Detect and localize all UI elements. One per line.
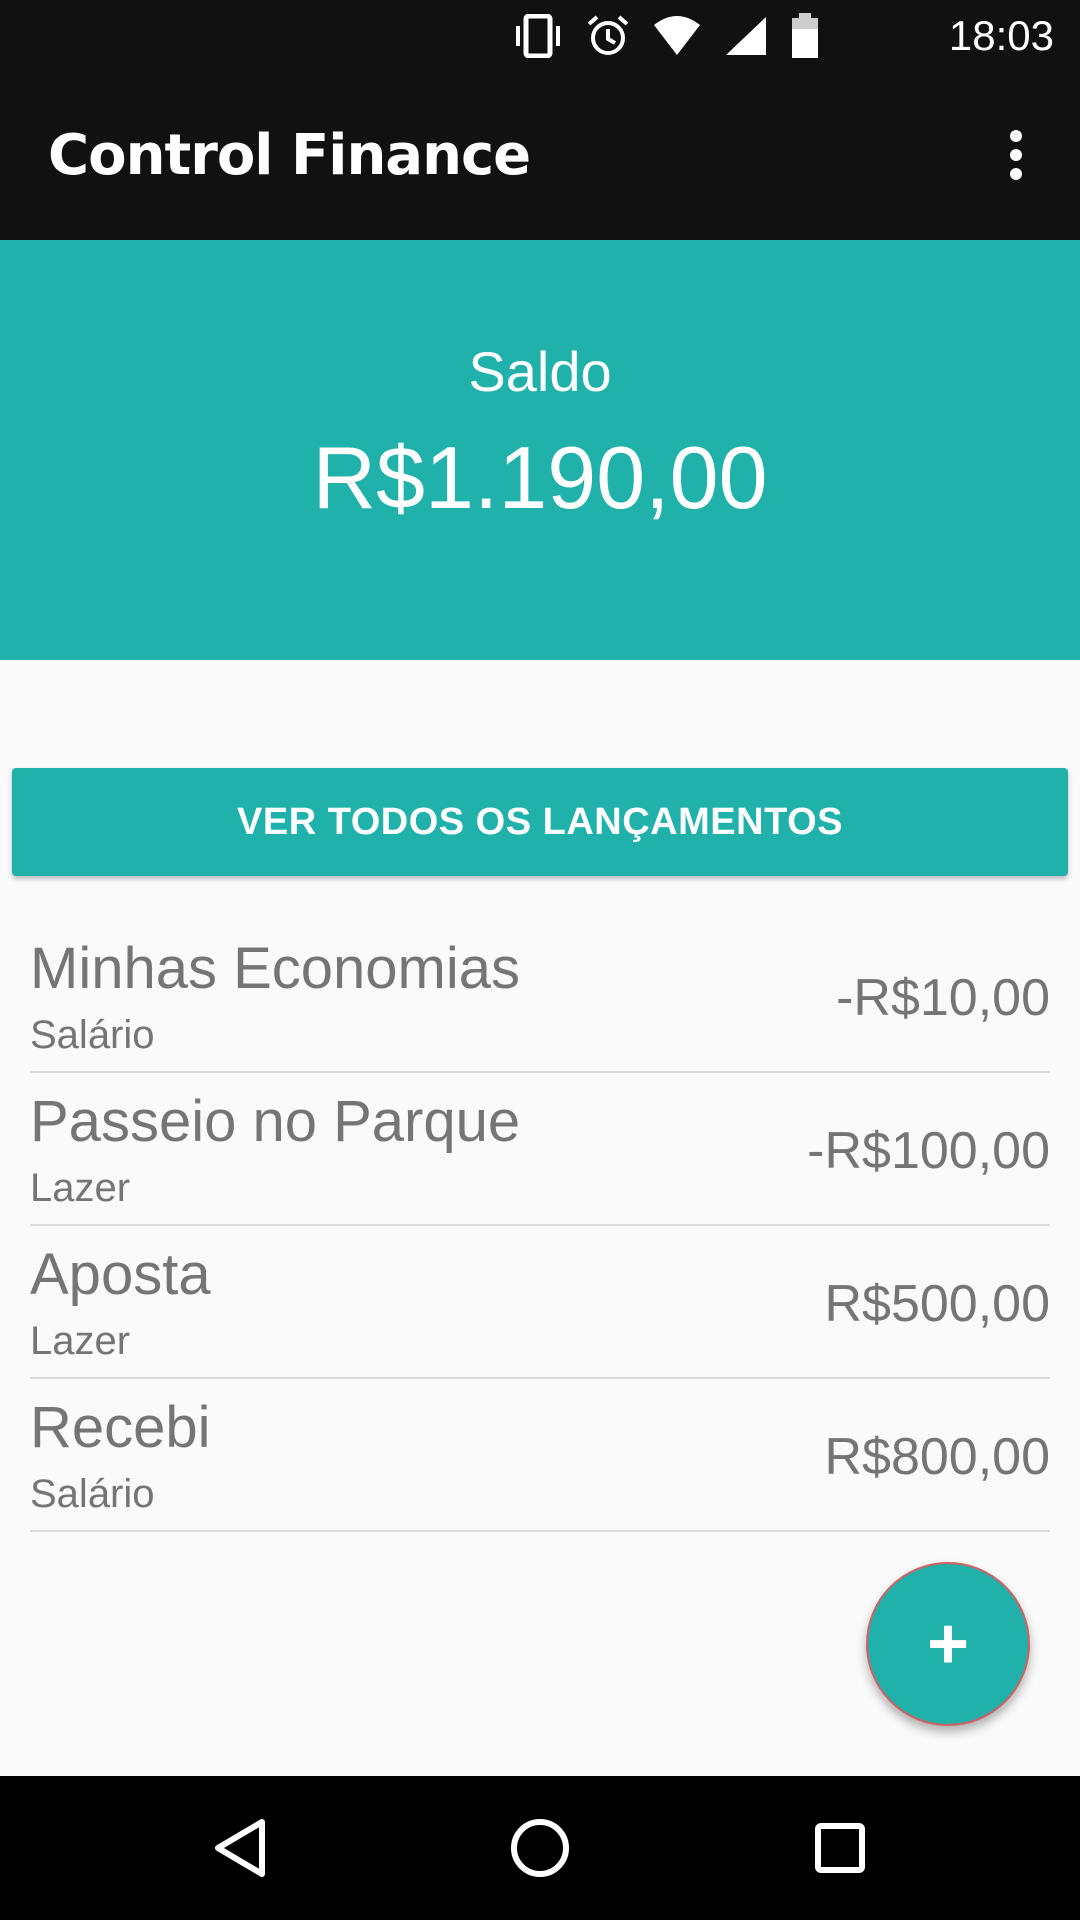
vibrate-icon (512, 14, 564, 58)
back-icon (212, 1818, 268, 1883)
back-button[interactable] (200, 1810, 280, 1890)
entry-amount: R$800,00 (824, 1428, 1050, 1486)
entry-category: Lazer (30, 1166, 131, 1210)
list-item[interactable]: Recebi Salário R$800,00 (30, 1379, 1050, 1532)
list-item[interactable]: Aposta Lazer R$500,00 (30, 1226, 1050, 1379)
navigation-bar (0, 1776, 1080, 1920)
balance-label: Saldo (468, 340, 612, 403)
entry-title: Passeio no Parque (30, 1089, 521, 1154)
balance-panel: Saldo R$1.190,00 (0, 240, 1080, 660)
entry-title: Minhas Economias (30, 936, 520, 1001)
battery-icon (790, 13, 820, 59)
view-all-entries-button[interactable]: VER TODOS OS LANÇAMENTOS (12, 768, 1068, 876)
recents-button[interactable] (800, 1810, 880, 1890)
list-item[interactable]: Minhas Economias Salário -R$10,00 (30, 920, 1050, 1073)
list-item[interactable]: Passeio no Parque Lazer -R$100,00 (30, 1073, 1050, 1226)
entry-list: Minhas Economias Salário -R$10,00 Passei… (30, 920, 1050, 1532)
more-vert-icon (1006, 129, 1026, 186)
add-entry-button[interactable]: + (866, 1562, 1030, 1726)
entry-amount: R$500,00 (824, 1275, 1050, 1333)
home-button[interactable] (500, 1810, 580, 1890)
entry-title: Recebi (30, 1395, 211, 1460)
signal-icon (724, 15, 768, 57)
overflow-menu-button[interactable] (976, 112, 1056, 202)
app-bar: Control Finance (0, 72, 1080, 240)
app-title: Control Finance (48, 123, 531, 188)
status-icons (512, 10, 820, 62)
entry-amount: -R$100,00 (807, 1122, 1050, 1180)
entry-category: Salário (30, 1472, 155, 1516)
wifi-icon (652, 15, 702, 57)
entry-title: Aposta (30, 1242, 211, 1307)
entry-category: Lazer (30, 1319, 131, 1363)
alarm-icon (586, 14, 630, 58)
entry-category: Salário (30, 1013, 155, 1057)
status-bar: 18:03 (0, 0, 1080, 72)
add-icon: + (926, 1604, 970, 1684)
status-time: 18:03 (948, 12, 1054, 59)
home-icon (510, 1818, 570, 1883)
recents-icon (814, 1822, 866, 1879)
entry-amount: -R$10,00 (836, 969, 1050, 1027)
balance-value: R$1.190,00 (312, 428, 768, 527)
